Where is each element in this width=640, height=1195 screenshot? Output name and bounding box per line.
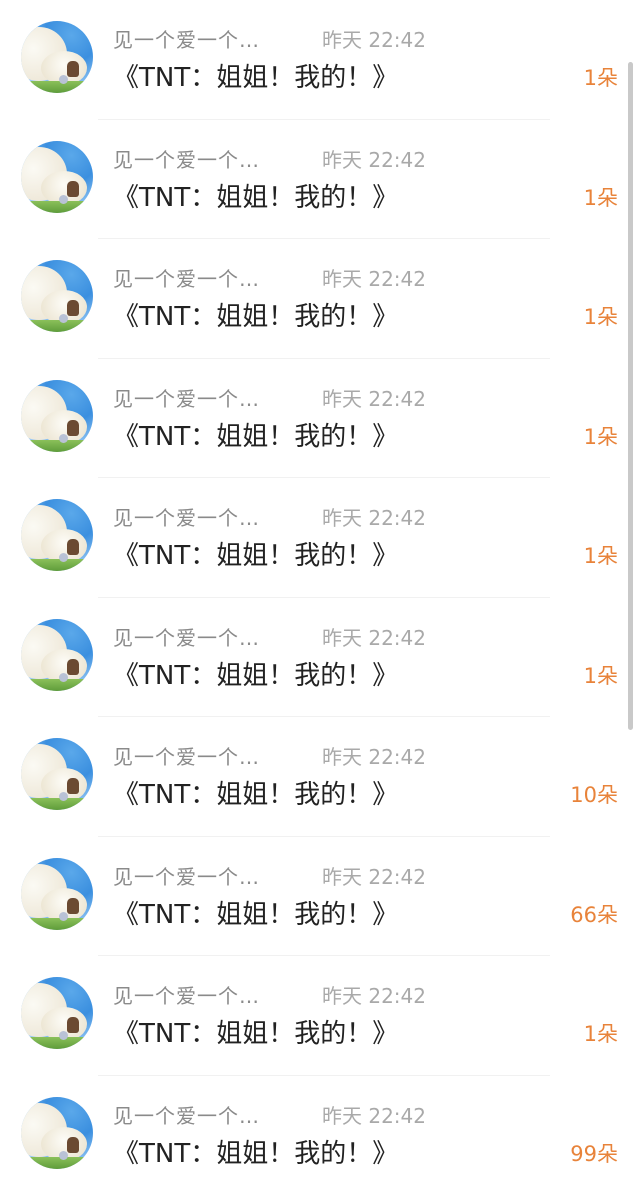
grass-shape	[21, 918, 93, 930]
timestamp: 昨天 22:42	[322, 980, 426, 1009]
figure-shape	[67, 539, 79, 555]
avatar[interactable]	[21, 858, 93, 930]
work-title[interactable]: 《TNT：姐姐！我的！》	[113, 296, 398, 333]
work-title[interactable]: 《TNT：姐姐！我的！》	[113, 774, 398, 811]
avatar[interactable]	[21, 1097, 93, 1169]
avatar[interactable]	[21, 499, 93, 571]
grass-shape	[21, 559, 93, 571]
work-title[interactable]: 《TNT：姐姐！我的！》	[113, 57, 398, 94]
work-title[interactable]: 《TNT：姐姐！我的！》	[113, 1013, 398, 1050]
work-title[interactable]: 《TNT：姐姐！我的！》	[113, 894, 398, 931]
user-name[interactable]: 见一个爱一个…	[113, 980, 260, 1009]
work-title[interactable]: 《TNT：姐姐！我的！》	[113, 1133, 398, 1170]
figure-shape	[59, 195, 68, 204]
figure-shape	[59, 673, 68, 682]
timestamp: 昨天 22:42	[322, 741, 426, 770]
figure-shape	[67, 1017, 79, 1033]
list-item[interactable]: 见一个爱一个… 昨天 22:42 《TNT：姐姐！我的！》 1朵	[0, 239, 640, 359]
avatar[interactable]	[21, 141, 93, 213]
avatar[interactable]	[21, 380, 93, 452]
list-item[interactable]: 见一个爱一个… 昨天 22:42 《TNT：姐姐！我的！》 1朵	[0, 359, 640, 479]
figure-shape	[67, 181, 79, 197]
timestamp: 昨天 22:42	[322, 622, 426, 651]
grass-shape	[21, 201, 93, 213]
user-name[interactable]: 见一个爱一个…	[113, 383, 260, 412]
grass-shape	[21, 320, 93, 332]
list-item[interactable]: 见一个爱一个… 昨天 22:42 《TNT：姐姐！我的！》 1朵	[0, 0, 640, 120]
user-name[interactable]: 见一个爱一个…	[113, 622, 260, 651]
user-name[interactable]: 见一个爱一个…	[113, 861, 260, 890]
flower-count: 1朵	[584, 301, 618, 331]
flower-count: 1朵	[584, 1018, 618, 1048]
gift-record-list: 见一个爱一个… 昨天 22:42 《TNT：姐姐！我的！》 1朵 见一个爱一个……	[0, 0, 640, 1195]
avatar[interactable]	[21, 738, 93, 810]
list-item[interactable]: 见一个爱一个… 昨天 22:42 《TNT：姐姐！我的！》 1朵	[0, 598, 640, 718]
user-name[interactable]: 见一个爱一个…	[113, 144, 260, 173]
avatar[interactable]	[21, 619, 93, 691]
avatar[interactable]	[21, 21, 93, 93]
list-item[interactable]: 见一个爱一个… 昨天 22:42 《TNT：姐姐！我的！》 99朵	[0, 1076, 640, 1195]
scrollbar[interactable]	[628, 62, 633, 730]
flower-count: 1朵	[584, 182, 618, 212]
figure-shape	[67, 778, 79, 794]
user-name[interactable]: 见一个爱一个…	[113, 741, 260, 770]
figure-shape	[67, 420, 79, 436]
timestamp: 昨天 22:42	[322, 383, 426, 412]
flower-count: 1朵	[584, 421, 618, 451]
flower-count: 1朵	[584, 540, 618, 570]
figure-shape	[67, 898, 79, 914]
figure-shape	[59, 434, 68, 443]
figure-shape	[59, 1151, 68, 1160]
list-item[interactable]: 见一个爱一个… 昨天 22:42 《TNT：姐姐！我的！》 66朵	[0, 837, 640, 957]
timestamp: 昨天 22:42	[322, 1100, 426, 1129]
figure-shape	[67, 1137, 79, 1153]
user-name[interactable]: 见一个爱一个…	[113, 263, 260, 292]
user-name[interactable]: 见一个爱一个…	[113, 24, 260, 53]
figure-shape	[67, 659, 79, 675]
figure-shape	[67, 300, 79, 316]
user-name[interactable]: 见一个爱一个…	[113, 502, 260, 531]
work-title[interactable]: 《TNT：姐姐！我的！》	[113, 177, 398, 214]
figure-shape	[59, 792, 68, 801]
user-name[interactable]: 见一个爱一个…	[113, 1100, 260, 1129]
figure-shape	[59, 75, 68, 84]
work-title[interactable]: 《TNT：姐姐！我的！》	[113, 535, 398, 572]
timestamp: 昨天 22:42	[322, 502, 426, 531]
figure-shape	[59, 553, 68, 562]
grass-shape	[21, 679, 93, 691]
figure-shape	[59, 1031, 68, 1040]
grass-shape	[21, 81, 93, 93]
figure-shape	[59, 314, 68, 323]
figure-shape	[59, 912, 68, 921]
flower-count: 1朵	[584, 62, 618, 92]
list-item[interactable]: 见一个爱一个… 昨天 22:42 《TNT：姐姐！我的！》 1朵	[0, 120, 640, 240]
timestamp: 昨天 22:42	[322, 263, 426, 292]
flower-count: 66朵	[570, 899, 618, 929]
timestamp: 昨天 22:42	[322, 24, 426, 53]
work-title[interactable]: 《TNT：姐姐！我的！》	[113, 655, 398, 692]
timestamp: 昨天 22:42	[322, 861, 426, 890]
figure-shape	[67, 61, 79, 77]
grass-shape	[21, 1037, 93, 1049]
grass-shape	[21, 1157, 93, 1169]
flower-count: 1朵	[584, 660, 618, 690]
list-item[interactable]: 见一个爱一个… 昨天 22:42 《TNT：姐姐！我的！》 10朵	[0, 717, 640, 837]
work-title[interactable]: 《TNT：姐姐！我的！》	[113, 416, 398, 453]
grass-shape	[21, 798, 93, 810]
timestamp: 昨天 22:42	[322, 144, 426, 173]
flower-count: 10朵	[570, 779, 618, 809]
list-item[interactable]: 见一个爱一个… 昨天 22:42 《TNT：姐姐！我的！》 1朵	[0, 478, 640, 598]
flower-count: 99朵	[570, 1138, 618, 1168]
avatar[interactable]	[21, 260, 93, 332]
avatar[interactable]	[21, 977, 93, 1049]
list-item[interactable]: 见一个爱一个… 昨天 22:42 《TNT：姐姐！我的！》 1朵	[0, 956, 640, 1076]
grass-shape	[21, 440, 93, 452]
